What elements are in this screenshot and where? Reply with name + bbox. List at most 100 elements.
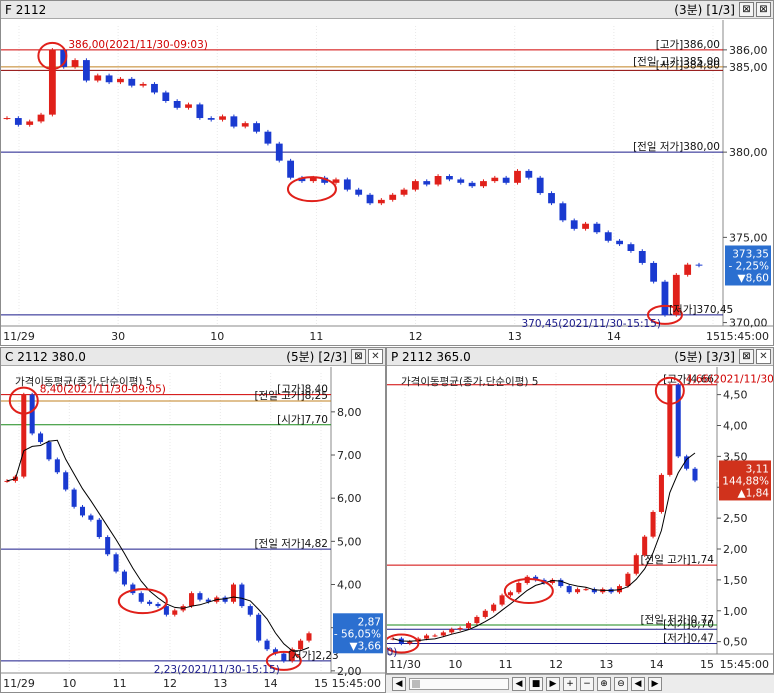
x-tick-label: 12: [409, 330, 423, 343]
zoom-slider[interactable]: [409, 678, 509, 690]
candle-body: [449, 629, 455, 633]
put-chart-pane: P 2112 365.0 (5분) [3/3] ⊠ ✕ 4,50 4,00 3,50…: [386, 347, 774, 674]
candle-body: [474, 616, 480, 624]
y-tick-label: 375,00: [729, 231, 768, 244]
candle-body: [121, 571, 127, 585]
candle-body: [105, 75, 113, 83]
reference-line-label: [시가]384,80: [656, 59, 720, 71]
put-period: (5분): [674, 350, 703, 364]
call-chart-pane: C 2112 380.0 (5분) [2/3] ⊠ ✕ 8,00 7,00 6,00…: [0, 347, 386, 693]
stop-icon[interactable]: ■: [529, 677, 543, 691]
candle-body: [536, 177, 544, 194]
candle-body: [264, 131, 272, 144]
candle-body: [239, 584, 245, 607]
x-tick-label: 13: [599, 658, 613, 671]
candle-body: [46, 442, 52, 460]
candle-body: [138, 593, 144, 602]
candle-body: [499, 595, 505, 605]
call-page: [2/3]: [318, 349, 347, 364]
maximize-icon[interactable]: ⊠: [739, 2, 754, 17]
price-badge-text: ▼8,60: [738, 272, 769, 284]
candle-body: [411, 181, 419, 190]
candle-body: [400, 189, 408, 195]
zoom-reset-icon[interactable]: ⊕: [597, 677, 611, 691]
close-icon[interactable]: ✕: [368, 349, 383, 364]
x-tick-label: 15: [700, 658, 714, 671]
x-tick-label: 10: [448, 658, 462, 671]
y-tick-label: 5,00: [337, 535, 362, 548]
candle-body: [661, 281, 669, 315]
put-title: P 2112 365.0: [391, 349, 471, 364]
candle-body: [465, 623, 472, 629]
x-tick-label: 14: [650, 658, 664, 671]
next-icon[interactable]: ▶: [546, 677, 560, 691]
x-tick-label: 12: [163, 677, 177, 690]
candle-body: [241, 123, 249, 127]
candle-body: [575, 589, 581, 593]
candle-body: [440, 632, 446, 636]
candle-body: [667, 384, 673, 475]
candle-body: [389, 194, 397, 200]
reference-line-label: [전일 저가]4,82: [254, 537, 328, 550]
candle-body: [625, 573, 631, 587]
y-tick-label: 4,00: [723, 419, 748, 432]
candle-body: [21, 394, 27, 477]
restore-icon[interactable]: ⊠: [756, 2, 771, 17]
scroll-left-icon[interactable]: ◀: [392, 677, 406, 691]
price-badge-text: ▲1,84: [738, 487, 770, 499]
y-tick-label: 2,00: [723, 543, 748, 556]
candle-body: [37, 114, 45, 122]
candle-body: [155, 603, 161, 607]
candle-body: [197, 593, 203, 600]
candle-body: [502, 177, 510, 183]
price-badge-text: - 56,05%: [334, 628, 381, 640]
candle-body: [151, 83, 158, 93]
candle-body: [559, 203, 567, 221]
candle-body: [189, 593, 195, 607]
price-badge-text: + 144,88%: [710, 475, 769, 487]
put-chart[interactable]: 4,504,003,503,002,502,001,501,000,5011/3…: [387, 367, 773, 674]
candle-body: [79, 506, 86, 516]
candle-body: [88, 515, 94, 520]
y-tick-label: 386,00: [729, 44, 768, 57]
futures-chart[interactable]: 386,00 385,00 380,00 375,00 370,00 11/29 30 10 1…: [1, 20, 773, 346]
page-right-icon[interactable]: ▶: [648, 677, 662, 691]
candle-body: [675, 384, 681, 457]
candle-body: [457, 179, 465, 183]
candle-body: [26, 121, 34, 125]
candle-body: [516, 582, 522, 593]
candle-body: [162, 92, 170, 101]
candle-body: [71, 60, 79, 67]
candle-body: [514, 170, 521, 183]
prev-icon[interactable]: ◀: [512, 677, 526, 691]
candle-body: [172, 610, 178, 615]
zoom-out-icon[interactable]: −: [580, 677, 594, 691]
maximize-icon[interactable]: ⊠: [351, 349, 366, 364]
close-icon[interactable]: ✕: [756, 349, 771, 364]
candle-body: [432, 635, 438, 637]
slider-thumb[interactable]: [412, 680, 420, 688]
futures-chart-pane: F 2112 (3분) [1/3] ⊠ ⊠ 386,00 385,00 380,00…: [0, 0, 774, 346]
candle-body: [457, 628, 463, 630]
candle-body: [423, 181, 431, 185]
candle-body: [219, 116, 226, 120]
y-tick-label: 370,00: [729, 317, 768, 330]
candle-body: [94, 75, 102, 81]
zoom-fit-icon[interactable]: ⊖: [614, 677, 628, 691]
x-tick-label: 11: [113, 677, 127, 690]
maximize-icon[interactable]: ⊠: [739, 349, 754, 364]
call-titlebar: C 2112 380.0 (5분) [2/3] ⊠ ✕: [1, 348, 385, 366]
candle-body: [332, 179, 340, 183]
candle-body: [128, 78, 136, 86]
y-tick-label: 4,50: [723, 389, 748, 402]
page-left-icon[interactable]: ◀: [631, 677, 645, 691]
low-annotation: 2,23(2021/11/30-15:15): [154, 664, 280, 676]
candle-body: [196, 104, 204, 119]
candle-body: [650, 262, 658, 282]
candle-body: [14, 118, 22, 125]
zoom-in-icon[interactable]: +: [563, 677, 577, 691]
high-annotation: 4,66(2021/11/30-15:15): [686, 374, 773, 386]
x-tick-label: 15: [706, 330, 720, 343]
price-badge-text: - 2,25%: [729, 260, 770, 272]
call-chart[interactable]: 8,007,006,005,004,003,002,0011/291011121…: [1, 367, 385, 693]
